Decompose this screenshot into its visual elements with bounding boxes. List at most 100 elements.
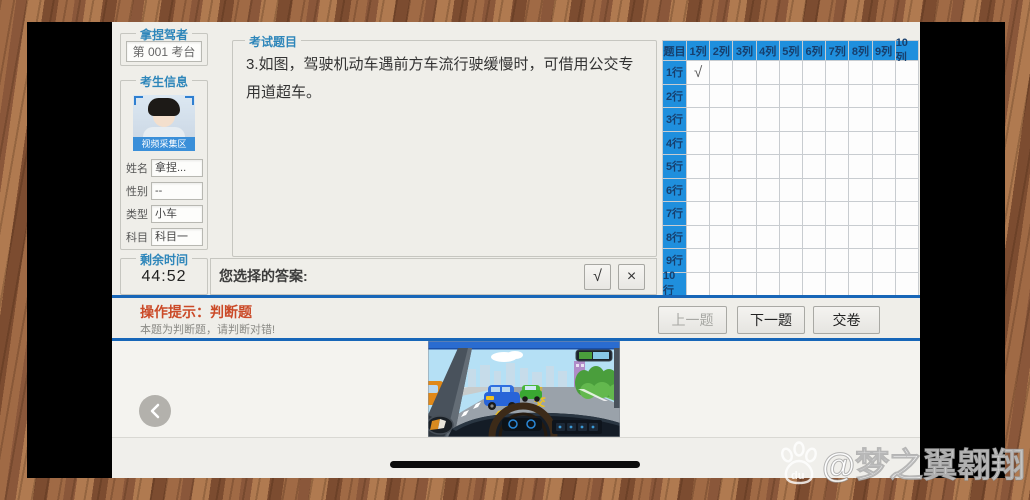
grid-cell[interactable] (803, 61, 826, 85)
grid-cell[interactable] (733, 155, 756, 179)
grid-cell[interactable]: √ (687, 61, 710, 85)
grid-cell[interactable] (733, 273, 756, 297)
grid-cell[interactable] (710, 179, 733, 203)
grid-cell[interactable] (687, 85, 710, 109)
grid-cell[interactable] (757, 61, 780, 85)
grid-cell[interactable] (710, 132, 733, 156)
grid-cell[interactable] (896, 108, 919, 132)
grid-cell[interactable] (780, 155, 803, 179)
grid-cell[interactable] (849, 61, 872, 85)
grid-cell[interactable] (733, 249, 756, 273)
grid-cell[interactable] (826, 273, 849, 297)
grid-cell[interactable] (873, 61, 896, 85)
grid-cell[interactable] (849, 179, 872, 203)
grid-cell[interactable] (687, 202, 710, 226)
grid-cell[interactable] (780, 226, 803, 250)
grid-cell[interactable] (803, 273, 826, 297)
grid-cell[interactable] (757, 273, 780, 297)
grid-cell[interactable] (896, 132, 919, 156)
grid-cell[interactable] (803, 249, 826, 273)
grid-cell[interactable] (710, 249, 733, 273)
grid-cell[interactable] (757, 179, 780, 203)
grid-cell[interactable] (780, 108, 803, 132)
grid-cell[interactable] (896, 85, 919, 109)
grid-cell[interactable] (733, 61, 756, 85)
grid-cell[interactable] (873, 85, 896, 109)
next-question-button[interactable]: 下一题 (737, 306, 805, 334)
grid-cell[interactable] (849, 85, 872, 109)
answer-false-button[interactable]: × (618, 264, 645, 290)
grid-cell[interactable] (803, 155, 826, 179)
grid-cell[interactable] (780, 85, 803, 109)
grid-cell[interactable] (826, 61, 849, 85)
submit-paper-button[interactable]: 交卷 (813, 306, 880, 334)
grid-cell[interactable] (873, 132, 896, 156)
grid-cell[interactable] (873, 226, 896, 250)
grid-cell[interactable] (803, 202, 826, 226)
grid-cell[interactable] (710, 108, 733, 132)
grid-cell[interactable] (849, 202, 872, 226)
grid-cell[interactable] (687, 132, 710, 156)
grid-cell[interactable] (803, 85, 826, 109)
grid-cell[interactable] (849, 108, 872, 132)
grid-cell[interactable] (733, 85, 756, 109)
grid-cell[interactable] (849, 155, 872, 179)
prev-question-button[interactable]: 上一题 (658, 306, 727, 334)
grid-cell[interactable] (803, 179, 826, 203)
grid-cell[interactable] (849, 132, 872, 156)
grid-cell[interactable] (873, 249, 896, 273)
grid-cell[interactable] (757, 108, 780, 132)
grid-cell[interactable] (710, 155, 733, 179)
grid-cell[interactable] (687, 108, 710, 132)
grid-cell[interactable] (710, 273, 733, 297)
grid-cell[interactable] (733, 202, 756, 226)
grid-cell[interactable] (896, 155, 919, 179)
grid-cell[interactable] (896, 61, 919, 85)
grid-cell[interactable] (780, 202, 803, 226)
grid-cell[interactable] (733, 179, 756, 203)
grid-cell[interactable] (733, 132, 756, 156)
grid-cell[interactable] (896, 249, 919, 273)
grid-cell[interactable] (826, 155, 849, 179)
grid-cell[interactable] (710, 85, 733, 109)
grid-cell[interactable] (710, 202, 733, 226)
grid-cell[interactable] (826, 179, 849, 203)
grid-cell[interactable] (687, 249, 710, 273)
grid-cell[interactable] (757, 226, 780, 250)
grid-cell[interactable] (757, 202, 780, 226)
grid-cell[interactable] (896, 202, 919, 226)
grid-cell[interactable] (873, 155, 896, 179)
grid-cell[interactable] (757, 155, 780, 179)
grid-cell[interactable] (849, 249, 872, 273)
grid-cell[interactable] (896, 179, 919, 203)
grid-cell[interactable] (803, 108, 826, 132)
grid-cell[interactable] (873, 273, 896, 297)
grid-cell[interactable] (849, 273, 872, 297)
grid-cell[interactable] (873, 202, 896, 226)
grid-cell[interactable] (896, 226, 919, 250)
grid-cell[interactable] (873, 108, 896, 132)
grid-cell[interactable] (687, 273, 710, 297)
grid-cell[interactable] (803, 132, 826, 156)
grid-cell[interactable] (780, 273, 803, 297)
grid-cell[interactable] (757, 249, 780, 273)
grid-cell[interactable] (780, 132, 803, 156)
grid-cell[interactable] (826, 108, 849, 132)
grid-cell[interactable] (826, 249, 849, 273)
grid-cell[interactable] (826, 226, 849, 250)
grid-cell[interactable] (780, 179, 803, 203)
grid-cell[interactable] (826, 85, 849, 109)
grid-cell[interactable] (896, 273, 919, 297)
answer-true-button[interactable]: √ (584, 264, 611, 290)
grid-cell[interactable] (780, 249, 803, 273)
back-button[interactable] (139, 395, 171, 427)
grid-cell[interactable] (849, 226, 872, 250)
grid-cell[interactable] (733, 226, 756, 250)
grid-cell[interactable] (710, 226, 733, 250)
grid-cell[interactable] (687, 179, 710, 203)
grid-cell[interactable] (826, 202, 849, 226)
grid-cell[interactable] (757, 85, 780, 109)
grid-cell[interactable] (757, 132, 780, 156)
grid-cell[interactable] (826, 132, 849, 156)
grid-cell[interactable] (687, 155, 710, 179)
